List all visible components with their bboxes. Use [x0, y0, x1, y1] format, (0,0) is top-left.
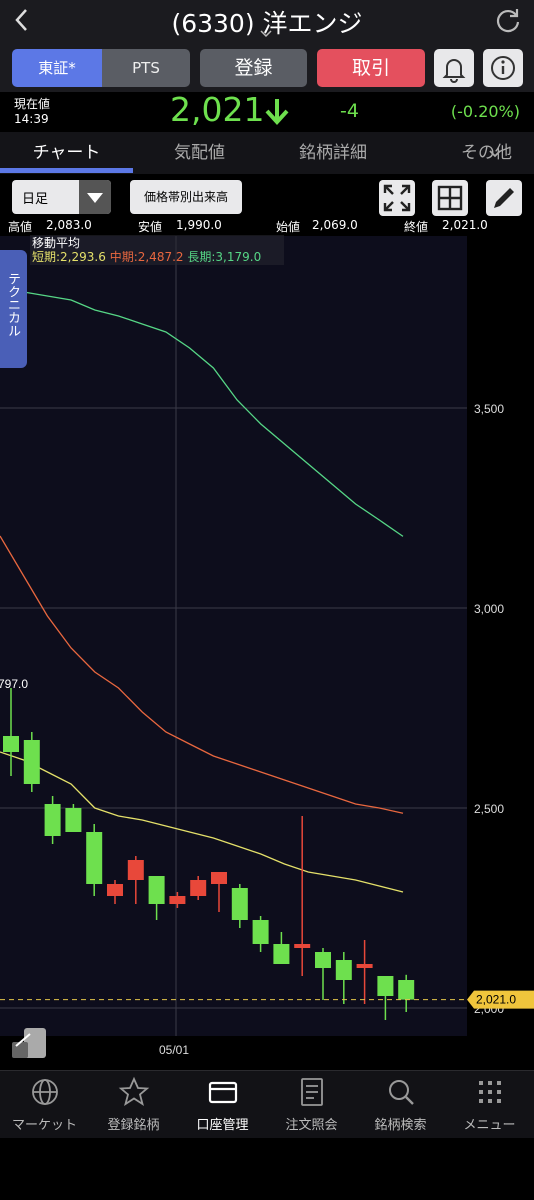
- candle-body: [356, 964, 373, 968]
- low-value: 1,990.0: [176, 218, 222, 232]
- document-icon: [301, 1078, 323, 1106]
- chart-tool-icon[interactable]: [10, 1024, 48, 1062]
- candle-body: [169, 896, 186, 904]
- current-price-label: 現在値: [14, 97, 51, 111]
- low-label: 安値: [138, 220, 163, 234]
- high-value: 2,083.0: [46, 218, 92, 232]
- y-tick-label: 3,000: [474, 602, 504, 616]
- candle-body: [315, 952, 331, 968]
- nav-account[interactable]: 口座管理: [178, 1070, 267, 1138]
- technical-tab-label: テクニカル: [5, 272, 20, 337]
- ma-short-value: 短期:2,293.6: [32, 250, 106, 264]
- volume-profile-button[interactable]: 価格帯別出来高: [130, 180, 242, 214]
- candle-body: [44, 804, 61, 836]
- grid-icon: [437, 185, 463, 211]
- tab-quotes[interactable]: 気配値: [133, 132, 266, 174]
- trade-button[interactable]: 取引: [317, 49, 425, 87]
- current-price: 2,021: [170, 90, 265, 129]
- open-label: 始値: [276, 220, 301, 234]
- star-icon: [118, 1076, 150, 1107]
- candle-body: [148, 876, 165, 904]
- period-select[interactable]: 日足: [12, 180, 111, 214]
- pts-market-button[interactable]: PTS: [102, 49, 190, 87]
- visible-high-label: 797.0: [0, 677, 28, 691]
- high-label: 高値: [8, 220, 33, 234]
- price-bar: 現在値 14:39 2,021 -4 (-0.20%): [0, 90, 534, 132]
- register-button[interactable]: 登録: [200, 49, 307, 87]
- candle-body: [23, 740, 40, 784]
- y-tick-label: 3,500: [474, 402, 504, 416]
- nav-search[interactable]: 銘柄検索: [356, 1070, 445, 1138]
- candle-body: [3, 736, 19, 752]
- chevron-down-icon[interactable]: [258, 29, 274, 41]
- price-change: -4: [340, 100, 359, 122]
- candle-body: [231, 888, 248, 920]
- menu-grid-icon: [479, 1081, 501, 1103]
- close-label: 終値: [404, 220, 429, 234]
- candle-body: [65, 808, 82, 832]
- draw-button[interactable]: [486, 180, 522, 216]
- nav-menu[interactable]: メニュー: [445, 1070, 534, 1138]
- tse-market-button[interactable]: 東証*: [12, 49, 102, 87]
- x-tick-label: 05/01: [159, 1043, 189, 1057]
- candle-body: [107, 884, 123, 896]
- period-label: 日足: [22, 192, 49, 207]
- nav-orders[interactable]: 注文照会: [267, 1070, 356, 1138]
- y-tick-label: 2,500: [474, 802, 504, 816]
- candle-body: [294, 944, 311, 948]
- expand-icon: [383, 184, 411, 212]
- expand-button[interactable]: [379, 180, 415, 216]
- price-time: 14:39: [14, 112, 49, 126]
- price-change-percent: (-0.20%): [450, 102, 520, 121]
- pencil-icon: [494, 188, 514, 208]
- top-bar: (6330) 洋エンジ: [0, 0, 534, 45]
- candle-body: [190, 880, 207, 896]
- candle-body: [252, 920, 269, 944]
- tab-details[interactable]: 銘柄詳細: [266, 132, 400, 174]
- ma-mid-value: 中期:2,487.2: [109, 250, 184, 264]
- bell-icon: [442, 59, 466, 83]
- layout-button[interactable]: [432, 180, 468, 216]
- candle-body: [273, 944, 290, 964]
- candle-body: [211, 872, 227, 884]
- candle-body: [398, 980, 415, 1000]
- card-icon: [208, 1081, 238, 1104]
- refresh-button[interactable]: [494, 6, 522, 34]
- dropdown-arrow-icon: [79, 180, 111, 214]
- globe-icon: [32, 1079, 58, 1105]
- open-value: 2,069.0: [312, 218, 358, 232]
- close-value: 2,021.0: [442, 218, 488, 232]
- candle-body: [335, 960, 352, 980]
- ma-long-value: 長期:3,179.0: [187, 250, 262, 264]
- active-tab-indicator: [0, 168, 133, 173]
- search-icon: [389, 1080, 414, 1105]
- nav-market[interactable]: マーケット: [0, 1070, 89, 1138]
- chevron-down-icon[interactable]: [488, 146, 502, 160]
- arrow-down-icon: [263, 96, 291, 126]
- system-bar: [0, 1138, 534, 1200]
- candle-body: [86, 832, 103, 884]
- info-icon: [491, 56, 515, 80]
- candle-body: [127, 860, 144, 880]
- candle-body: [377, 976, 394, 996]
- alert-button[interactable]: [434, 49, 474, 87]
- info-button[interactable]: [483, 49, 523, 87]
- candlestick-chart[interactable]: 3,5003,0002,5002,00005/012,021.0797.0: [0, 236, 534, 1064]
- ma-values: 短期:2,293.6 中期:2,487.2 長期:3,179.0: [32, 248, 261, 265]
- refresh-icon: [496, 9, 520, 33]
- last-price-label: 2,021.0: [476, 993, 516, 1007]
- nav-watchlist[interactable]: 登録銘柄: [89, 1070, 178, 1138]
